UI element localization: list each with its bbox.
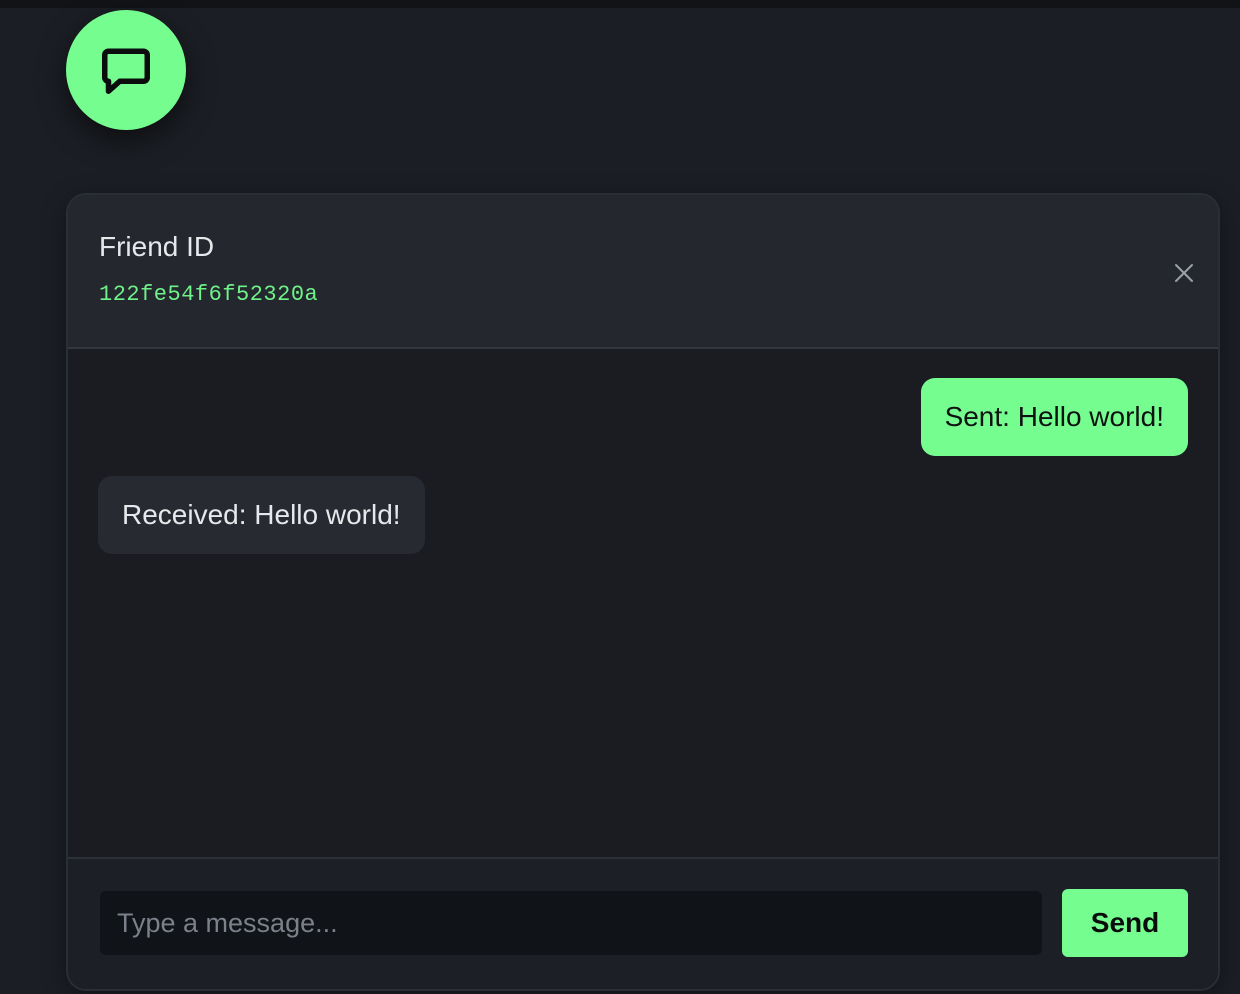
chat-launcher-button[interactable] <box>66 10 186 130</box>
chat-panel: Friend ID 122fe54f6f52320a Sent: Hello w… <box>66 193 1220 991</box>
message-composer: Send <box>68 857 1218 989</box>
close-icon <box>1175 264 1193 282</box>
message-list: Sent: Hello world! Received: Hello world… <box>68 349 1218 863</box>
close-button[interactable] <box>1168 257 1200 289</box>
message-input[interactable] <box>100 891 1042 955</box>
chat-bubble-icon <box>102 48 150 94</box>
send-button[interactable]: Send <box>1062 889 1188 957</box>
friend-id-title: Friend ID <box>99 231 215 262</box>
message-received: Received: Hello world! <box>98 476 425 554</box>
friend-id-value: 122fe54f6f52320a <box>99 282 319 307</box>
message-sent: Sent: Hello world! <box>920 378 1188 456</box>
top-bar <box>0 0 1240 8</box>
chat-header: Friend ID 122fe54f6f52320a <box>68 195 1218 349</box>
